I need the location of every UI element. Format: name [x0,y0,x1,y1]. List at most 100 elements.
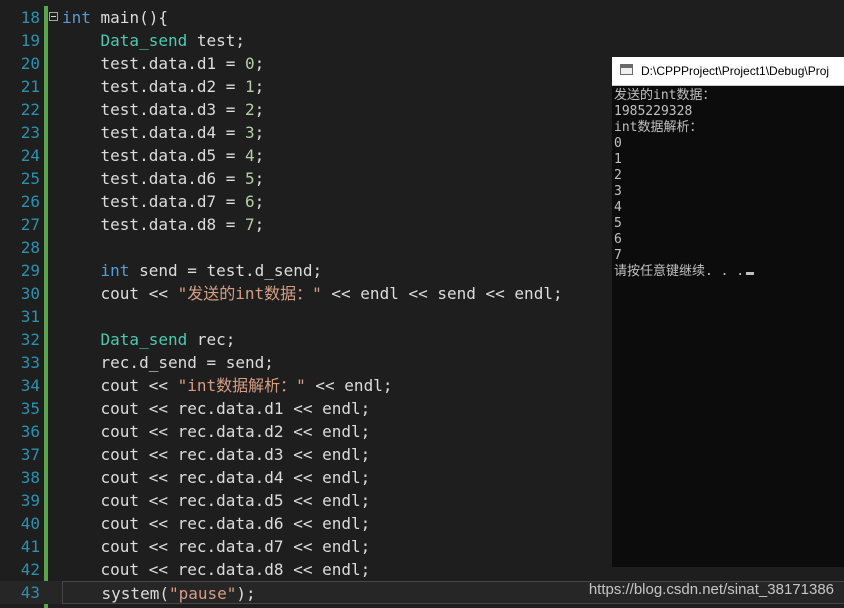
line-number: 30 [20,284,40,303]
code-token: cout << rec.data.d6 << endl; [62,514,371,533]
watermark: https://blog.csdn.net/sinat_38171386 [588,581,834,598]
console-output-line: 1 [614,152,622,167]
console-output: 发送的int数据： 1985229328 int数据解析： 0 1 2 3 4 … [612,86,844,280]
code-text: Data_send test; [62,29,844,52]
code-token: 4 [245,146,255,165]
line-number: 37 [20,445,40,464]
code-token: 2 [245,100,255,119]
code-line[interactable]: 18 int main(){ [0,6,844,29]
console-window[interactable]: D:\CPPProject\Project1\Debug\Proj 发送的int… [612,57,844,567]
console-output-line: 1985229328 [614,104,693,119]
code-token: 6 [245,192,255,211]
code-token: test.data.d1 = [62,54,246,73]
line-number: 20 [20,54,40,73]
code-token: Data_send [100,330,188,349]
code-token: rec; [187,330,236,349]
code-token: cout << rec.data.d2 << endl; [62,422,371,441]
code-token: test.data.d4 = [62,123,246,142]
console-title: D:\CPPProject\Project1\Debug\Proj [641,64,830,78]
code-token: 7 [245,215,255,234]
console-output-line: 0 [614,136,622,151]
code-token: int [100,261,130,280]
code-token: test.data.d6 = [62,169,246,188]
code-token: rec.d_send = send; [62,353,274,372]
code-token: test.data.d2 = [62,77,246,96]
code-token: cout << rec.data.d8 << endl; [62,560,371,579]
line-number: 22 [20,100,40,119]
collapse-icon[interactable] [49,12,58,21]
console-output-line: 2 [614,168,622,183]
code-token: test.data.d3 = [62,100,246,119]
code-token: << endl << send << endl; [321,284,563,303]
code-token: cout << [62,284,178,303]
console-output-line: 发送的int数据： [614,88,716,103]
code-token: cout << rec.data.d3 << endl; [62,445,371,464]
line-number: 36 [20,422,40,441]
line-number: 27 [20,215,40,234]
code-token: int [62,8,91,27]
code-token: "int数据解析：" [177,376,306,395]
code-token: ; [254,169,265,188]
code-token: ; [254,100,265,119]
code-token: cout << rec.data.d1 << endl; [62,399,371,418]
code-text: int main(){ [62,6,844,29]
code-token: cout << [62,376,178,395]
line-number: 33 [20,353,40,372]
code-token: ; [254,192,265,211]
line-number: 41 [20,537,40,556]
code-token: ; [254,77,265,96]
code-token: ; [254,146,265,165]
line-number: 23 [20,123,40,142]
console-output-line: int数据解析： [614,120,703,135]
code-token: ; [254,54,265,73]
code-token: test.data.d5 = [62,146,246,165]
code-token: Data_send [100,31,188,50]
code-token: cout << rec.data.d7 << endl; [62,537,371,556]
line-number: 40 [20,514,40,533]
line-number: 18 [20,8,40,27]
code-token: test.data.d8 = [62,215,246,234]
line-number: 21 [20,77,40,96]
code-token: 1 [245,77,255,96]
code-token: cout << rec.data.d5 << endl; [62,491,371,510]
code-token: << endl; [305,376,393,395]
line-number: 38 [20,468,40,487]
line-number: 34 [20,376,40,395]
line-number: 43 [20,583,40,602]
code-token: ); [236,584,256,603]
line-number: 19 [20,31,40,50]
console-window-icon [620,64,633,75]
code-token: send = test.d_send; [129,261,323,280]
code-token: test; [187,31,246,50]
code-token: test.data.d7 = [62,192,246,211]
line-number: 31 [20,307,40,326]
code-token: 0 [245,54,255,73]
code-token: main(){ [90,8,168,27]
console-output-line: 6 [614,232,622,247]
code-token: 5 [245,169,255,188]
code-token: 3 [245,123,255,142]
line-number: 32 [20,330,40,349]
line-number: 26 [20,192,40,211]
code-token: system( [63,584,169,603]
line-number: 35 [20,399,40,418]
line-number: 39 [20,491,40,510]
code-token: cout << rec.data.d4 << endl; [62,468,371,487]
console-output-line: 7 [614,248,622,263]
line-number: 28 [20,238,40,257]
console-output-line: 3 [614,184,622,199]
code-token: ; [254,123,265,142]
line-number: 25 [20,169,40,188]
line-number: 29 [20,261,40,280]
code-token: ; [254,215,265,234]
code-token: "发送的int数据：" [177,284,322,303]
console-output-line: 4 [614,200,622,215]
code-token: "pause" [168,584,237,603]
console-titlebar[interactable]: D:\CPPProject\Project1\Debug\Proj [612,57,844,86]
cursor-icon [746,272,755,275]
code-line[interactable]: 19 Data_send test; [0,29,844,52]
line-number: 24 [20,146,40,165]
